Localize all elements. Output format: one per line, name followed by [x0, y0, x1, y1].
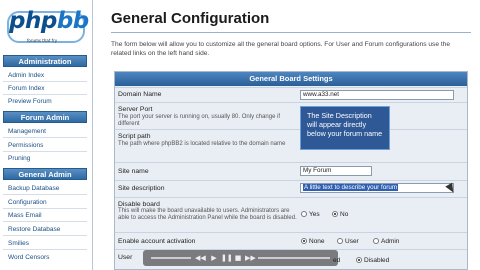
- sidebar-item-admin-index[interactable]: Admin Index: [8, 72, 44, 79]
- sitedesc-selected-text: A little text to describe your forum: [303, 184, 399, 191]
- script-label: Script path: [118, 133, 151, 140]
- seek-bar[interactable]: [151, 257, 191, 259]
- sidebar-item-management[interactable]: Management: [8, 128, 46, 135]
- sitedesc-input[interactable]: A little text to describe your forum: [300, 183, 454, 193]
- sitedesc-label: Site description: [118, 185, 165, 192]
- divider: [3, 249, 87, 250]
- sidebar-header-forum-admin: Forum Admin: [3, 111, 87, 123]
- divider: [3, 194, 87, 195]
- activation-none-radio[interactable]: None: [301, 238, 325, 245]
- settings-row-script: Script path The path where phpBB2 is loc…: [115, 129, 467, 155]
- radio-dot-checked: [301, 238, 307, 244]
- rewind-icon[interactable]: ◀◀: [195, 253, 206, 263]
- visual-label: User: [118, 254, 133, 261]
- domain-input[interactable]: www.a33.net: [300, 90, 454, 100]
- sitename-label: Site name: [118, 168, 149, 175]
- settings-row-activation: Enable account activation None User Admi…: [115, 232, 467, 248]
- pause-icon[interactable]: ❚❚: [221, 253, 233, 263]
- radio-dot-checked: [332, 211, 338, 217]
- divider: [3, 137, 87, 138]
- tooltip-callout: The Site Description will appear directl…: [300, 106, 390, 150]
- sidebar-item-backup-database[interactable]: Backup Database: [8, 185, 59, 192]
- main-content: General Configuration The form below wil…: [93, 0, 480, 270]
- sidebar-item-word-censors[interactable]: Word Censors: [8, 254, 49, 261]
- settings-row-port: Server Port The port your server is runn…: [115, 102, 467, 128]
- settings-panel: General Board Settings Domain Name www.a…: [114, 71, 468, 270]
- radio-dot: [337, 238, 343, 244]
- intro-text: The form below will allow you to customi…: [111, 41, 451, 57]
- radio-dot: [301, 211, 307, 217]
- sidebar-item-smilies[interactable]: Smilies: [8, 240, 29, 247]
- settings-row-domain: Domain Name www.a33.net: [115, 87, 467, 101]
- divider: [3, 81, 87, 82]
- port-explain: The port your server is running on, usua…: [118, 114, 281, 127]
- sidebar-header-general-admin: General Admin: [3, 168, 87, 180]
- disable-no-radio[interactable]: No: [332, 211, 348, 218]
- settings-row-sitename: Site name My Forum: [115, 162, 467, 180]
- logo-wordmark: phpbb: [9, 8, 89, 34]
- sidebar-header-administration: Administration: [3, 55, 87, 67]
- disable-label: Disable board: [118, 201, 160, 208]
- settings-row-disable: Disable board This will make the board u…: [115, 197, 467, 231]
- phpbb-logo[interactable]: phpbb forums that fry: [7, 8, 89, 48]
- sidebar-item-configuration[interactable]: Configuration: [8, 199, 47, 206]
- stop-icon[interactable]: ■: [233, 253, 243, 263]
- script-explain: The path where phpBB2 is located relativ…: [118, 141, 286, 147]
- divider: [3, 235, 87, 236]
- activation-label: Enable account activation: [118, 238, 196, 245]
- page-title: General Configuration: [111, 10, 270, 27]
- settings-row-sitedesc: Site description A little text to descri…: [115, 180, 467, 196]
- sidebar-item-mass-email[interactable]: Mass Email: [8, 212, 42, 219]
- volume-slider[interactable]: [258, 257, 330, 259]
- sidebar-item-restore-database[interactable]: Restore Database: [8, 226, 60, 233]
- forward-icon[interactable]: ▶▶: [245, 253, 256, 263]
- radio-dot-checked: [356, 257, 362, 263]
- radio-dot: [373, 238, 379, 244]
- logo-tagline: forums that fry: [27, 38, 58, 43]
- divider: [3, 151, 87, 152]
- panel-title: General Board Settings: [115, 72, 467, 86]
- visual-disabled-radio[interactable]: Disabled: [356, 257, 389, 264]
- sidebar-item-forum-index[interactable]: Forum Index: [8, 85, 45, 92]
- play-icon[interactable]: ▶: [209, 253, 219, 263]
- admin-sidebar: phpbb forums that fry Administration Adm…: [0, 0, 93, 270]
- sitename-input[interactable]: My Forum: [300, 166, 372, 176]
- activation-user-radio[interactable]: User: [337, 238, 359, 245]
- domain-label: Domain Name: [118, 91, 162, 98]
- divider: [3, 208, 87, 209]
- sidebar-item-preview-forum[interactable]: Preview Forum: [8, 98, 52, 105]
- disable-yes-radio[interactable]: Yes: [301, 211, 320, 218]
- divider: [3, 94, 87, 95]
- sidebar-item-pruning[interactable]: Pruning: [8, 155, 30, 162]
- divider: [3, 221, 87, 222]
- port-label: Server Port: [118, 106, 153, 113]
- activation-admin-radio[interactable]: Admin: [373, 238, 399, 245]
- disable-explain: This will make the board unavailable to …: [118, 208, 297, 221]
- divider: [111, 32, 471, 33]
- sidebar-item-permissions[interactable]: Permissions: [8, 142, 43, 149]
- video-player-controls: ◀◀ ▶ ❚❚ ■ ▶▶: [143, 250, 338, 266]
